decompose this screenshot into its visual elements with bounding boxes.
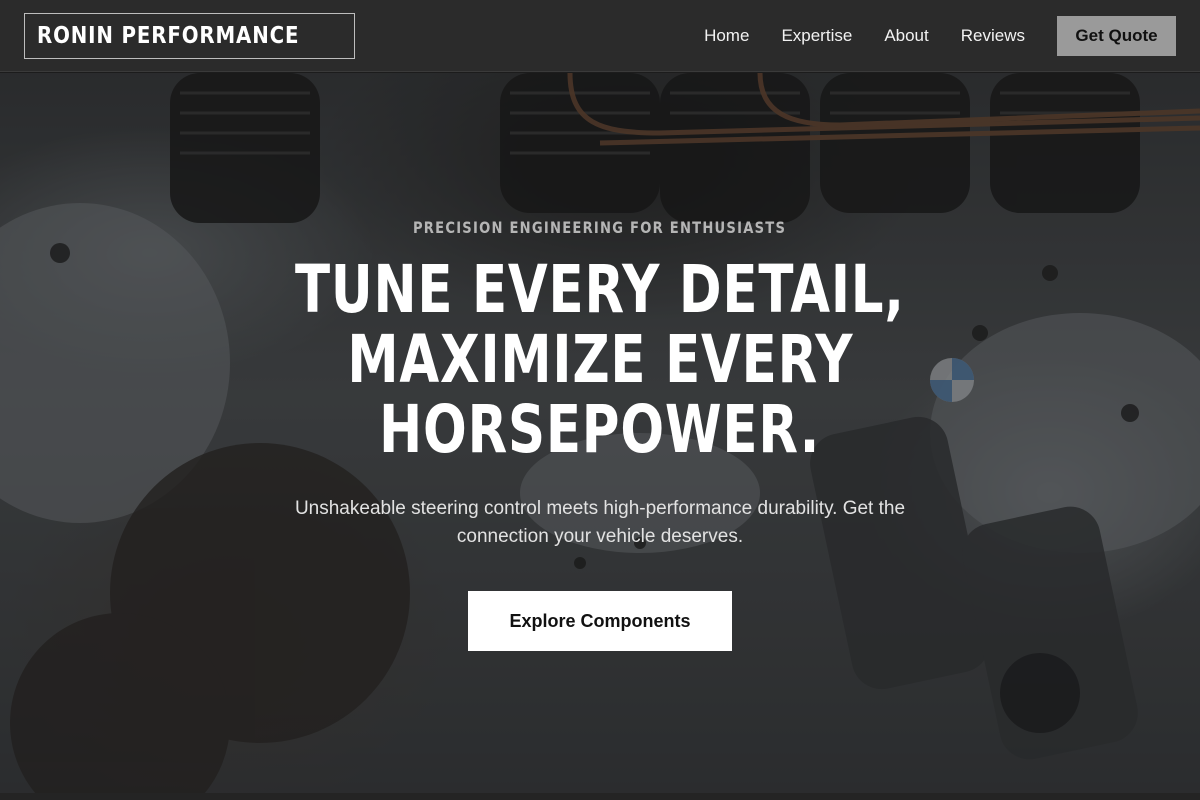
brand-logo-text: RONIN PERFORMANCE — [37, 22, 300, 49]
site-header: RONIN PERFORMANCE Home Expertise About R… — [0, 0, 1200, 72]
get-quote-button[interactable]: Get Quote — [1057, 15, 1176, 56]
hero-headline-line-1: TUNE EVERY DETAIL, — [295, 251, 905, 328]
nav-link-home[interactable]: Home — [704, 26, 749, 46]
hero-section: PRECISION ENGINEERING FOR ENTHUSIASTS TU… — [0, 73, 1200, 793]
nav-link-about[interactable]: About — [884, 26, 928, 46]
nav-link-reviews[interactable]: Reviews — [961, 26, 1025, 46]
next-section-edge — [0, 793, 1200, 800]
hero-eyebrow-text: PRECISION ENGINEERING FOR ENTHUSIASTS — [413, 218, 787, 237]
hero-eyebrow: PRECISION ENGINEERING FOR ENTHUSIASTS — [0, 218, 1200, 237]
explore-components-button[interactable]: Explore Components — [468, 591, 732, 651]
nav-link-expertise[interactable]: Expertise — [781, 26, 852, 46]
hero-headline-line-2: MAXIMIZE EVERY — [347, 321, 853, 398]
hero-subtext: Unshakeable steering control meets high-… — [294, 498, 906, 547]
brand-logo[interactable]: RONIN PERFORMANCE — [24, 12, 356, 59]
hero-headline: TUNE EVERY DETAIL, MAXIMIZE EVERY HORSEP… — [200, 255, 1000, 465]
main-nav: Home Expertise About Reviews Get Quote — [672, 15, 1176, 56]
hero-headline-line-3: HORSEPOWER. — [379, 391, 821, 468]
